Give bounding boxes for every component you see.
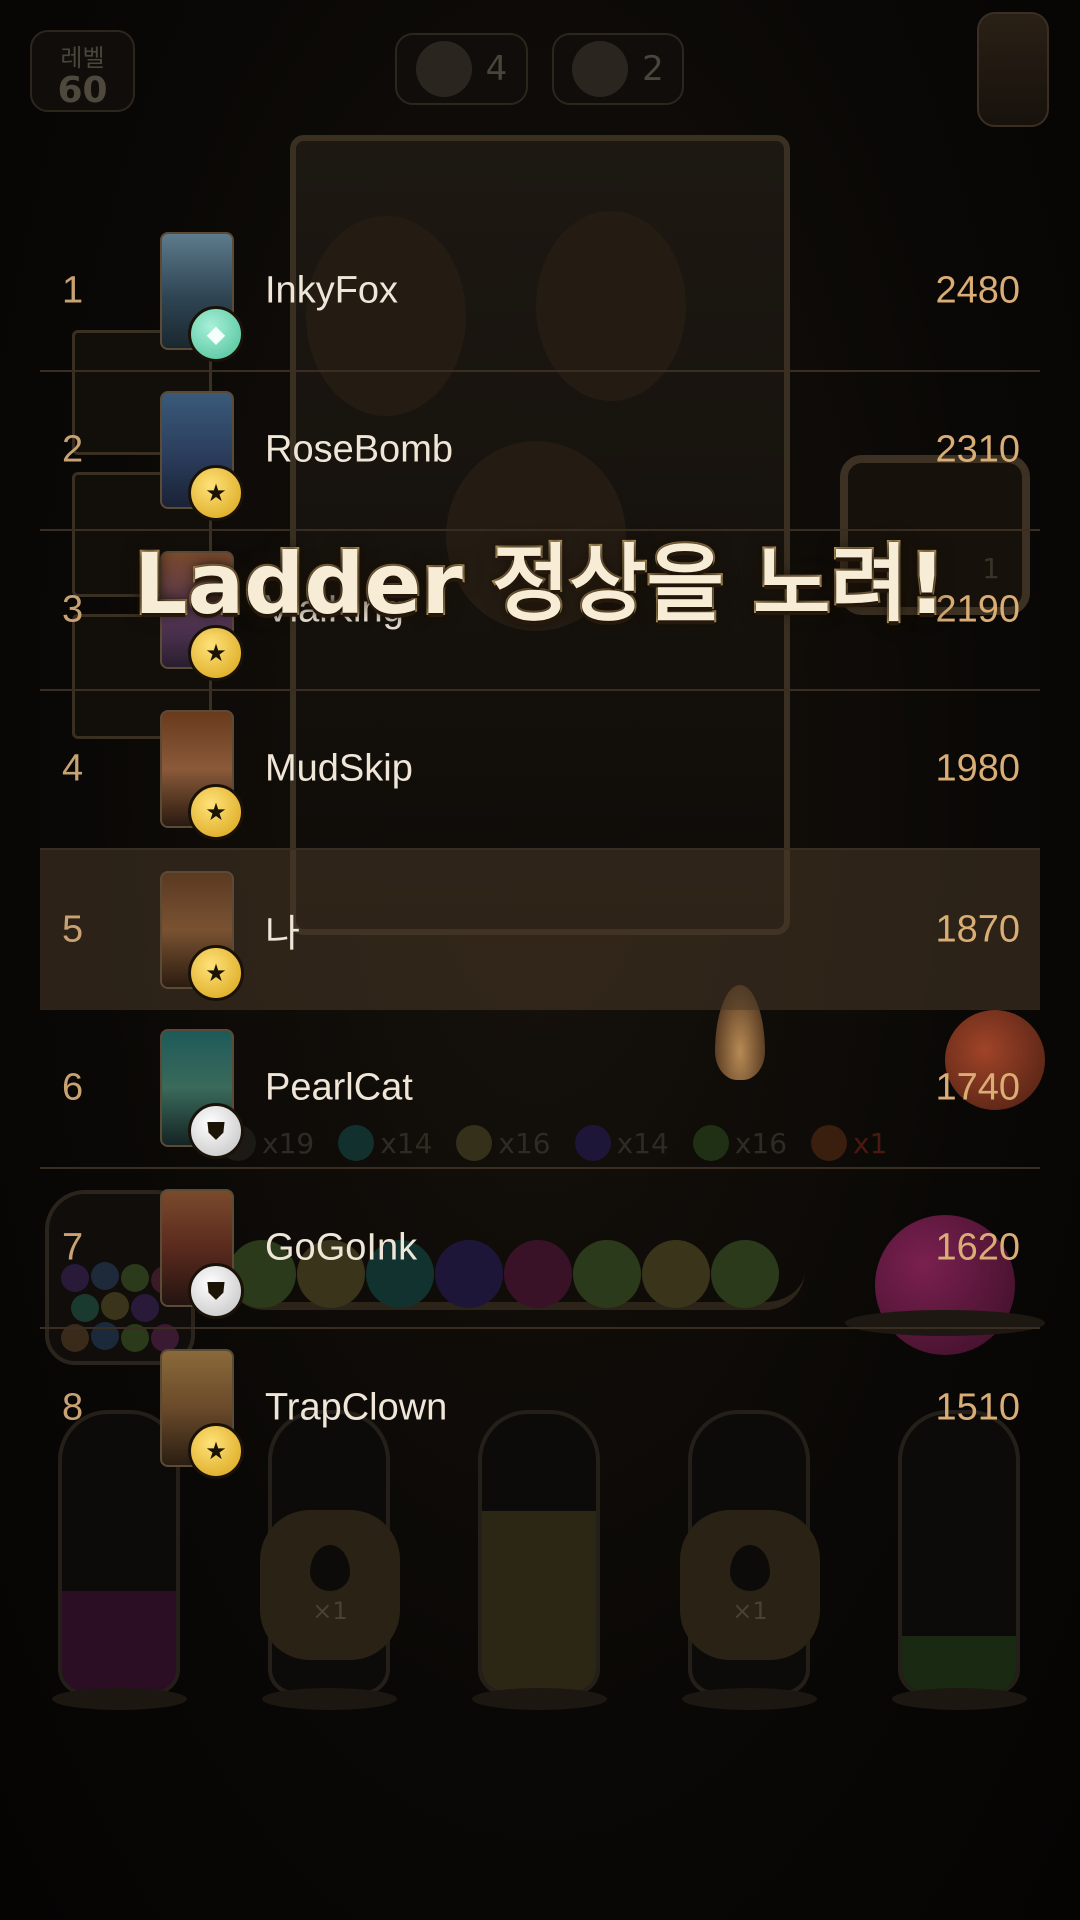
level-indicator: 레벨 60	[30, 30, 135, 112]
bottle-base	[682, 1688, 817, 1710]
player-score: 1510	[935, 1386, 1020, 1429]
promo-headline: Ladder 정상을 노려!	[132, 533, 948, 635]
drop-booster-count: ×1	[732, 1597, 768, 1625]
star-icon: ★	[188, 944, 244, 1001]
octopus-count: 4	[485, 49, 508, 89]
drop-booster[interactable]: ×1	[260, 1510, 400, 1660]
drop-icon	[730, 1545, 770, 1591]
level-label: 레벨	[60, 44, 105, 72]
player-score: 1740	[935, 1066, 1020, 1109]
shield-icon: ⛊	[188, 1262, 244, 1319]
profile-portrait[interactable]	[977, 12, 1049, 127]
ladder-row[interactable]: 4 ★ MudSkip 1980	[40, 691, 1040, 850]
robot-count: 2	[642, 49, 664, 89]
bottle-base	[262, 1688, 397, 1710]
player-name: RoseBomb	[265, 428, 453, 471]
player-name: PearlCat	[265, 1066, 413, 1109]
rank-number: 4	[62, 747, 84, 790]
robot-counter[interactable]: 2	[552, 33, 684, 105]
player-name: 나	[265, 913, 300, 956]
player-name: MudSkip	[265, 747, 413, 790]
rank-number: 6	[62, 1066, 84, 1109]
player-name: InkyFox	[265, 269, 399, 312]
ladder-row[interactable]: 2 ★ RoseBomb 2310	[40, 372, 1040, 531]
star-icon: ★	[188, 784, 244, 841]
drop-booster-count: ×1	[312, 1597, 348, 1625]
rank-number: 1	[62, 269, 84, 312]
rank-number: 5	[62, 908, 84, 951]
player-score: 1980	[935, 747, 1020, 790]
player-name: TrapClown	[265, 1386, 448, 1429]
bottle-base	[472, 1688, 607, 1710]
player-score: 2310	[935, 428, 1020, 471]
star-icon: ★	[188, 465, 244, 522]
level-value: 60	[57, 70, 108, 111]
robot-icon	[572, 41, 629, 97]
bottle-base	[52, 1688, 187, 1710]
rank-number: 8	[62, 1386, 84, 1429]
drop-icon	[310, 1545, 350, 1591]
shield-icon: ⛊	[188, 1103, 244, 1160]
octopus-icon	[415, 41, 472, 97]
ladder-row[interactable]: 7 ⛊ GoGoInk 1620	[40, 1169, 1040, 1329]
gem-icon: ◆	[188, 305, 244, 362]
star-icon: ★	[188, 1423, 244, 1480]
ladder-row[interactable]: 1 ◆ InkyFox 2480	[40, 212, 1040, 372]
ladder-row[interactable]: 6 ⛊ PearlCat 1740	[40, 1010, 1040, 1169]
ladder-row[interactable]: 8 ★ TrapClown 1510	[40, 1329, 1040, 1489]
ladder-leaderboard: 1 ◆ InkyFox 2480 2 ★ RoseBomb 2310 3 ★ V…	[40, 212, 1040, 1488]
rank-number: 2	[62, 428, 84, 471]
player-name: GoGoInk	[265, 1226, 418, 1269]
drop-booster[interactable]: ×1	[680, 1510, 820, 1660]
player-score: 1620	[935, 1226, 1020, 1269]
bottle-base	[892, 1688, 1027, 1710]
octopus-counter[interactable]: 4	[395, 33, 528, 105]
ladder-row-current-player[interactable]: 5 ★ 나 1870	[40, 850, 1040, 1010]
player-score: 2480	[935, 269, 1020, 312]
player-score: 1870	[935, 908, 1020, 951]
rank-number: 7	[62, 1226, 84, 1269]
